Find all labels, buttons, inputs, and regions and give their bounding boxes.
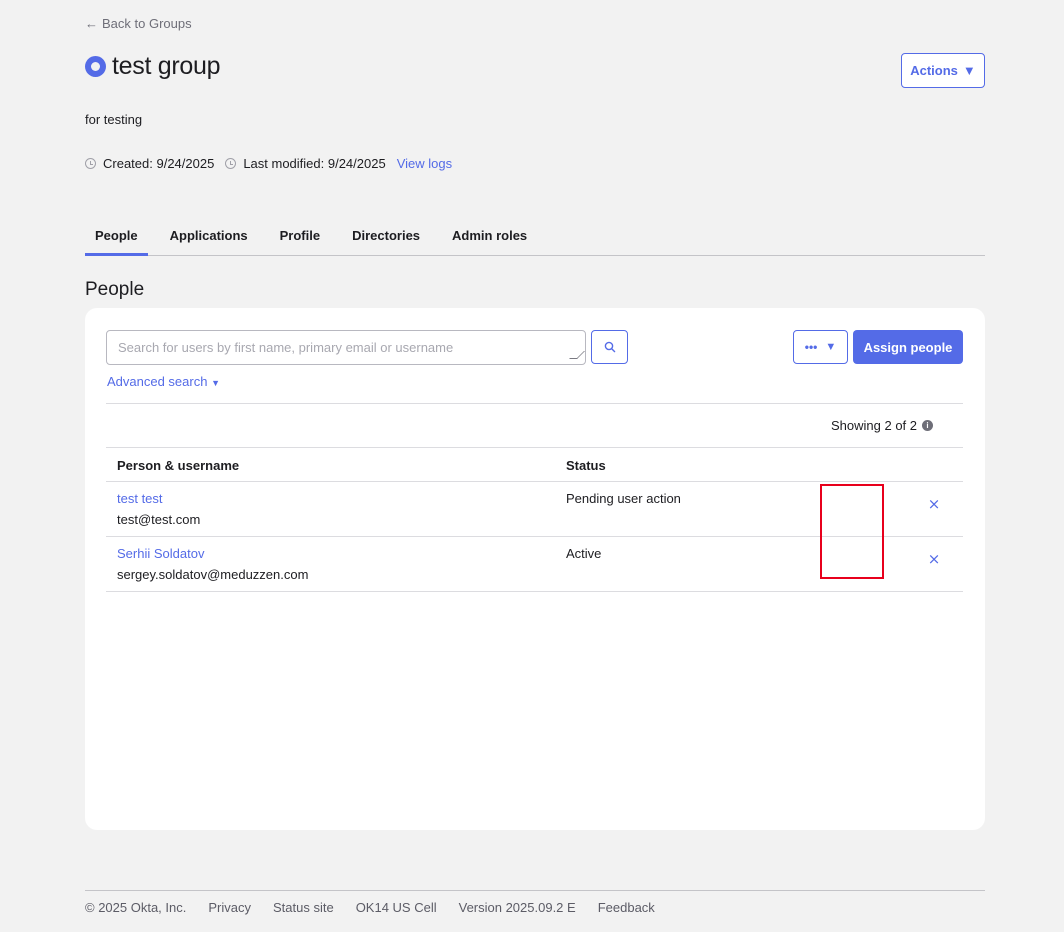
person-email: sergey.soldatov@meduzzen.com <box>117 567 309 582</box>
footer-privacy-link[interactable]: Privacy <box>208 900 251 915</box>
created-date: Created: 9/24/2025 <box>103 156 215 171</box>
caret-down-icon: ▼ <box>962 63 976 78</box>
assign-people-button[interactable]: Assign people <box>853 330 963 364</box>
modified-date: Last modified: 9/24/2025 <box>243 156 386 171</box>
close-icon[interactable]: × <box>924 549 944 569</box>
people-table: Person & username Status test test test@… <box>106 447 963 592</box>
clock-icon <box>85 158 96 169</box>
footer-status-site-link[interactable]: Status site <box>273 900 334 915</box>
more-dots-icon: ••• <box>804 340 818 354</box>
people-card: Advanced search ▼ ••• ▼ Assign people Sh… <box>85 308 985 830</box>
search-icon <box>604 341 615 353</box>
column-header-person: Person & username <box>117 458 240 473</box>
page: ← Back to Groups test group Actions ▼ fo… <box>85 0 985 932</box>
tab-profile[interactable]: Profile <box>270 220 330 256</box>
more-actions-button[interactable]: ••• ▼ <box>793 330 848 364</box>
caret-down-icon: ▼ <box>825 341 837 353</box>
showing-count: Showing 2 of 2 i <box>831 418 934 433</box>
advanced-search-label: Advanced search <box>107 374 208 389</box>
footer: © 2025 Okta, Inc. Privacy Status site OK… <box>85 890 985 915</box>
actions-label: Actions <box>910 63 958 78</box>
back-label: Back to Groups <box>102 16 192 31</box>
title-row: test group <box>85 52 220 81</box>
footer-copyright: © 2025 Okta, Inc. <box>85 900 187 915</box>
person-name-link[interactable]: test test <box>117 491 163 506</box>
clock-icon <box>225 158 237 169</box>
table-row: test test test@test.com Pending user act… <box>106 482 963 537</box>
person-name-link[interactable]: Serhii Soldatov <box>117 546 204 561</box>
page-title: test group <box>112 52 221 80</box>
person-email: test@test.com <box>117 512 201 527</box>
tab-directories[interactable]: Directories <box>342 220 430 256</box>
group-description: for testing <box>85 112 143 127</box>
section-title: People <box>85 279 145 300</box>
info-icon[interactable]: i <box>922 420 934 431</box>
meta-row: Created: 9/24/2025 Last modified: 9/24/2… <box>85 156 452 171</box>
column-header-status: Status <box>566 458 606 473</box>
caret-down-icon: ▼ <box>211 378 220 388</box>
view-logs-link[interactable]: View logs <box>397 156 452 171</box>
advanced-search-link[interactable]: Advanced search ▼ <box>107 374 220 389</box>
tab-admin-roles[interactable]: Admin roles <box>442 220 537 256</box>
search-button[interactable] <box>591 330 628 364</box>
tab-people[interactable]: People <box>85 220 148 256</box>
divider <box>106 403 963 404</box>
search-input[interactable] <box>106 330 586 365</box>
table-header: Person & username Status <box>106 447 963 482</box>
person-status: Active <box>566 546 602 561</box>
tab-applications[interactable]: Applications <box>160 220 258 256</box>
showing-text: Showing 2 of 2 <box>831 418 918 433</box>
group-ring-icon <box>85 56 106 77</box>
table-row: Serhii Soldatov sergey.soldatov@meduzzen… <box>106 537 963 592</box>
arrow-left-icon: ← <box>85 16 98 31</box>
footer-version: Version 2025.09.2 E <box>458 900 576 915</box>
back-to-groups-link[interactable]: ← Back to Groups <box>85 16 192 31</box>
close-icon[interactable]: × <box>924 494 944 514</box>
footer-feedback-link[interactable]: Feedback <box>598 900 655 915</box>
footer-cell: OK14 US Cell <box>355 900 437 915</box>
tab-bar: People Applications Profile Directories … <box>85 220 985 256</box>
person-status: Pending user action <box>566 491 681 506</box>
actions-button[interactable]: Actions ▼ <box>901 53 985 88</box>
